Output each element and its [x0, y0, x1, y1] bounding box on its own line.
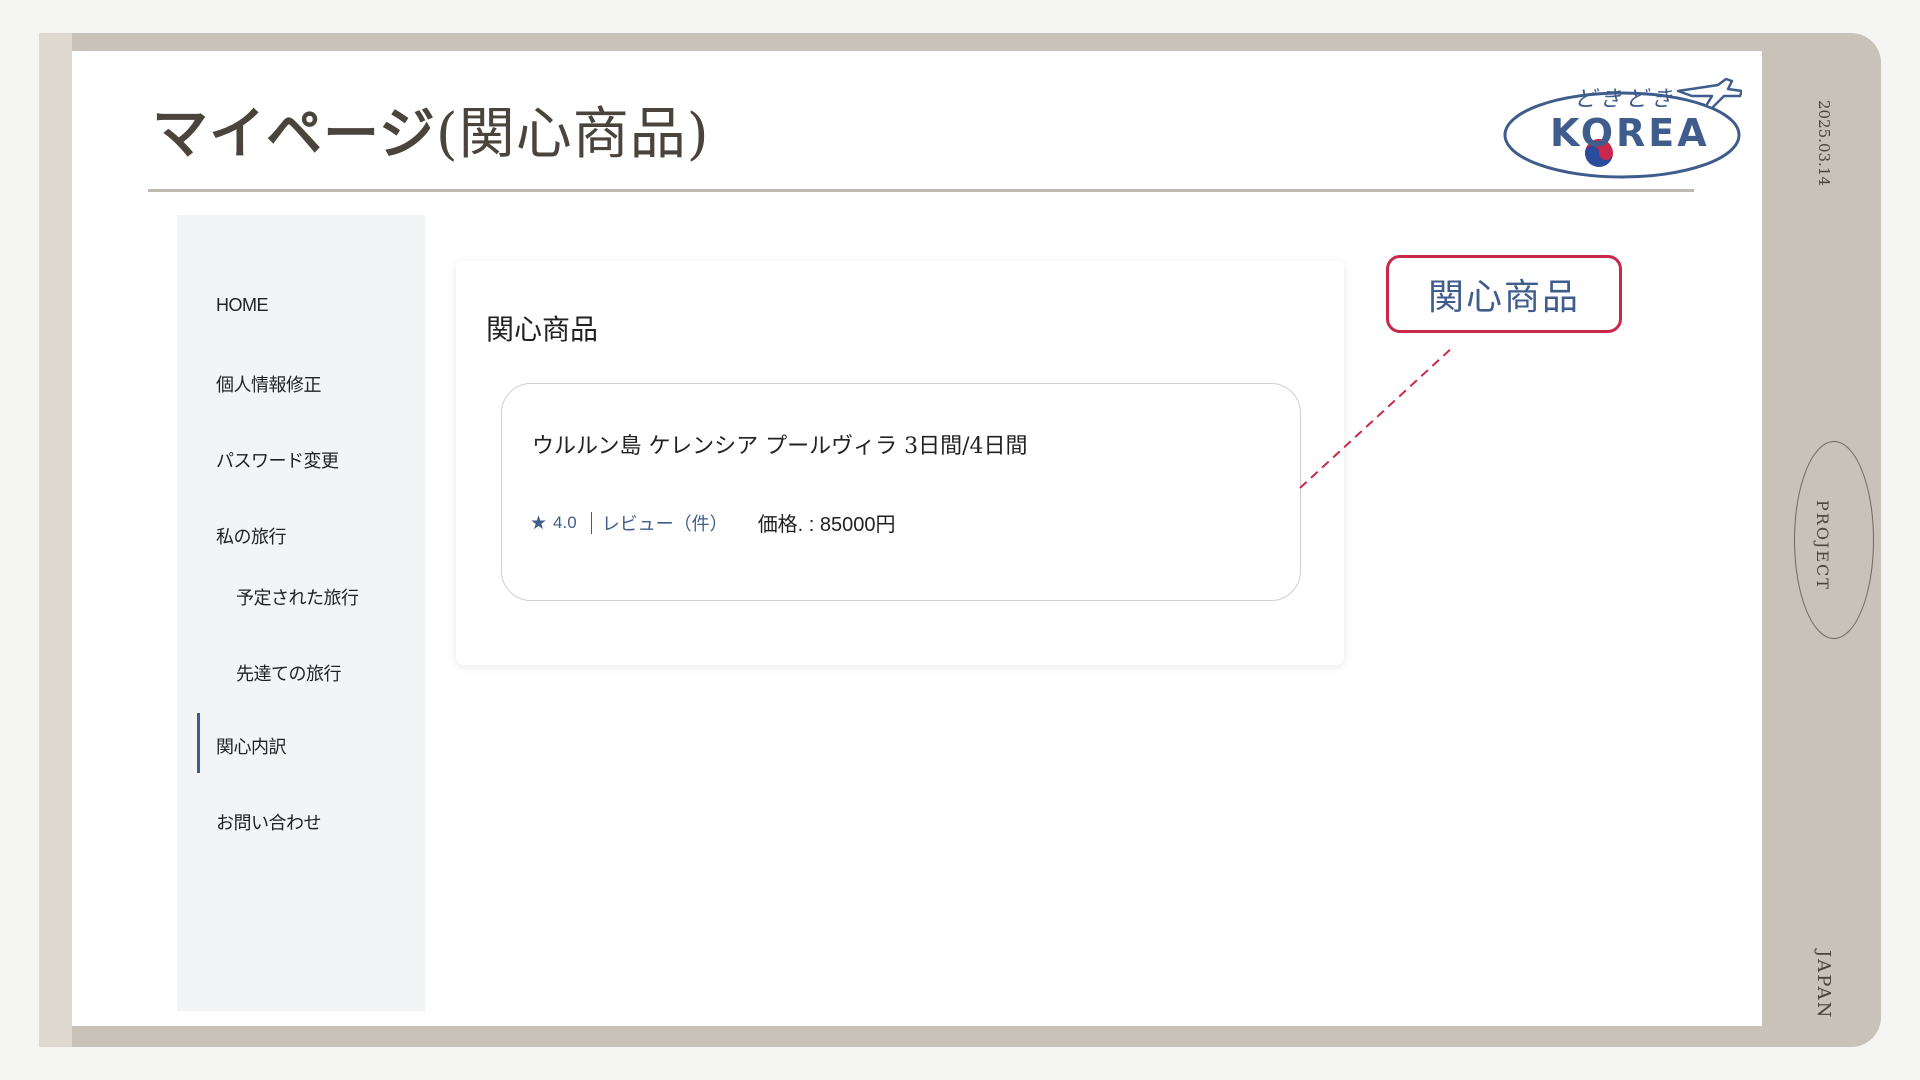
- annotation-label: 関心商品: [1427, 277, 1580, 318]
- slide-project-label: PROJECT: [1813, 500, 1832, 591]
- project-oval: [1794, 441, 1874, 639]
- slide-date: 2025.03.14: [1815, 100, 1833, 186]
- slide-country-label: JAPAN: [1813, 950, 1834, 1020]
- annotation-callout: 関心商品: [1386, 255, 1622, 333]
- callout-leader-line: [1299, 345, 1455, 489]
